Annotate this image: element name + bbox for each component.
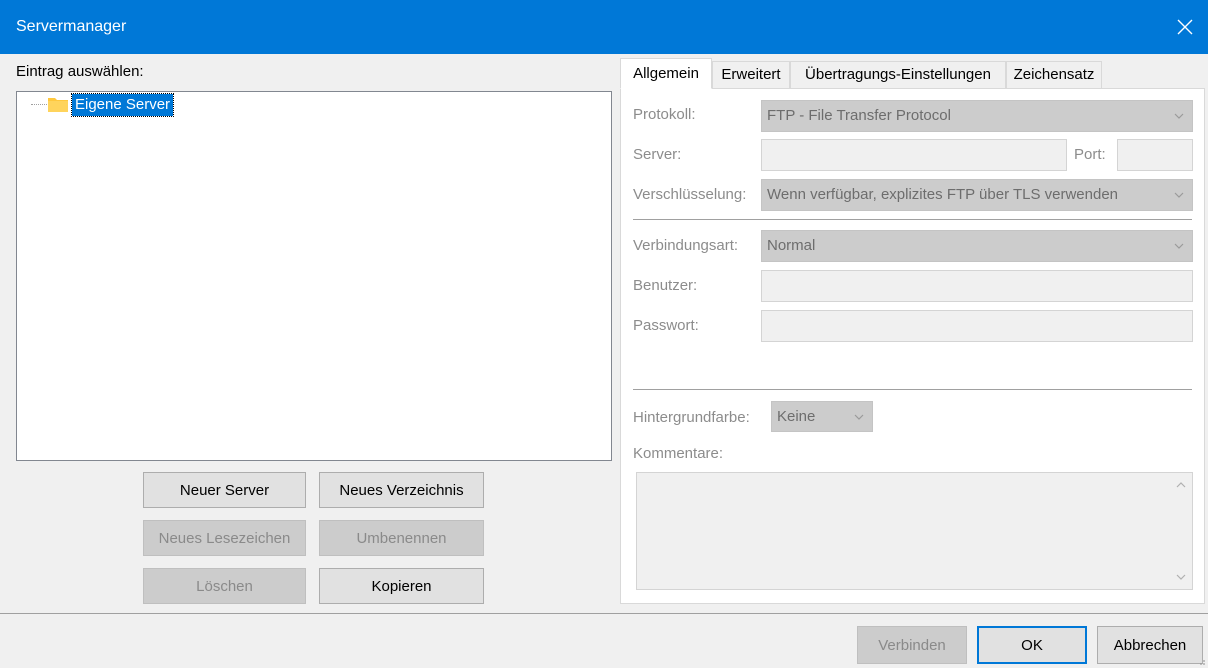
title-bar: Servermanager xyxy=(0,0,1208,54)
password-label: Passwort: xyxy=(633,317,699,334)
separator xyxy=(633,219,1192,220)
chevron-down-icon xyxy=(1174,243,1184,249)
new-server-button[interactable]: Neuer Server xyxy=(143,472,306,508)
copy-button[interactable]: Kopieren xyxy=(319,568,484,604)
logon-type-label: Verbindungsart: xyxy=(633,237,739,254)
footer-separator xyxy=(0,613,1208,614)
comments-textarea[interactable] xyxy=(636,472,1193,590)
tree-item-my-servers[interactable]: Eigene Server xyxy=(70,93,175,117)
logon-type-value: Normal xyxy=(767,237,816,254)
separator xyxy=(633,389,1192,390)
new-bookmark-button[interactable]: Neues Lesezeichen xyxy=(143,520,306,556)
encryption-label: Verschlüsselung: xyxy=(633,186,747,203)
bgcolor-value: Keine xyxy=(777,408,816,425)
entry-select-label: Eintrag auswählen: xyxy=(16,63,144,80)
new-folder-button[interactable]: Neues Verzeichnis xyxy=(319,472,484,508)
chevron-down-icon[interactable] xyxy=(1176,573,1186,581)
bgcolor-label: Hintergrundfarbe: xyxy=(633,409,750,426)
protocol-value: FTP - File Transfer Protocol xyxy=(767,107,951,124)
ok-button[interactable]: OK xyxy=(977,626,1087,664)
chevron-down-icon xyxy=(854,414,864,420)
chevron-down-icon xyxy=(1174,192,1184,198)
logon-type-select[interactable]: Normal xyxy=(761,230,1193,262)
user-label: Benutzer: xyxy=(633,277,698,294)
cancel-button[interactable]: Abbrechen xyxy=(1097,626,1203,664)
protocol-select[interactable]: FTP - File Transfer Protocol xyxy=(761,100,1193,132)
user-input[interactable] xyxy=(761,270,1193,302)
bgcolor-select[interactable]: Keine xyxy=(771,401,873,432)
tab-transfer-settings[interactable]: Übertragungs-Einstellungen xyxy=(790,61,1006,89)
chevron-down-icon xyxy=(1174,113,1184,119)
tab-charset[interactable]: Zeichensatz xyxy=(1006,61,1102,89)
close-icon xyxy=(1177,19,1193,35)
window-title: Servermanager xyxy=(16,18,127,35)
resize-grip-icon[interactable] xyxy=(1196,656,1206,666)
tab-advanced[interactable]: Erweitert xyxy=(712,61,790,89)
rename-button[interactable]: Umbenennen xyxy=(319,520,484,556)
port-label: Port: xyxy=(1074,146,1106,163)
password-input[interactable] xyxy=(761,310,1193,342)
server-label: Server: xyxy=(633,146,682,163)
connect-button[interactable]: Verbinden xyxy=(857,626,967,664)
port-input[interactable] xyxy=(1117,139,1193,171)
close-button[interactable] xyxy=(1170,12,1200,42)
chevron-up-icon[interactable] xyxy=(1176,481,1186,489)
delete-button[interactable]: Löschen xyxy=(143,568,306,604)
encryption-value: Wenn verfügbar, explizites FTP über TLS … xyxy=(767,186,1119,203)
encryption-select[interactable]: Wenn verfügbar, explizites FTP über TLS … xyxy=(761,179,1193,211)
comments-label: Kommentare: xyxy=(633,445,724,462)
server-tree[interactable]: Eigene Server xyxy=(16,91,612,461)
server-input[interactable] xyxy=(761,139,1067,171)
folder-icon xyxy=(48,98,68,112)
protocol-label: Protokoll: xyxy=(633,106,696,123)
tab-general[interactable]: Allgemein xyxy=(620,58,712,89)
